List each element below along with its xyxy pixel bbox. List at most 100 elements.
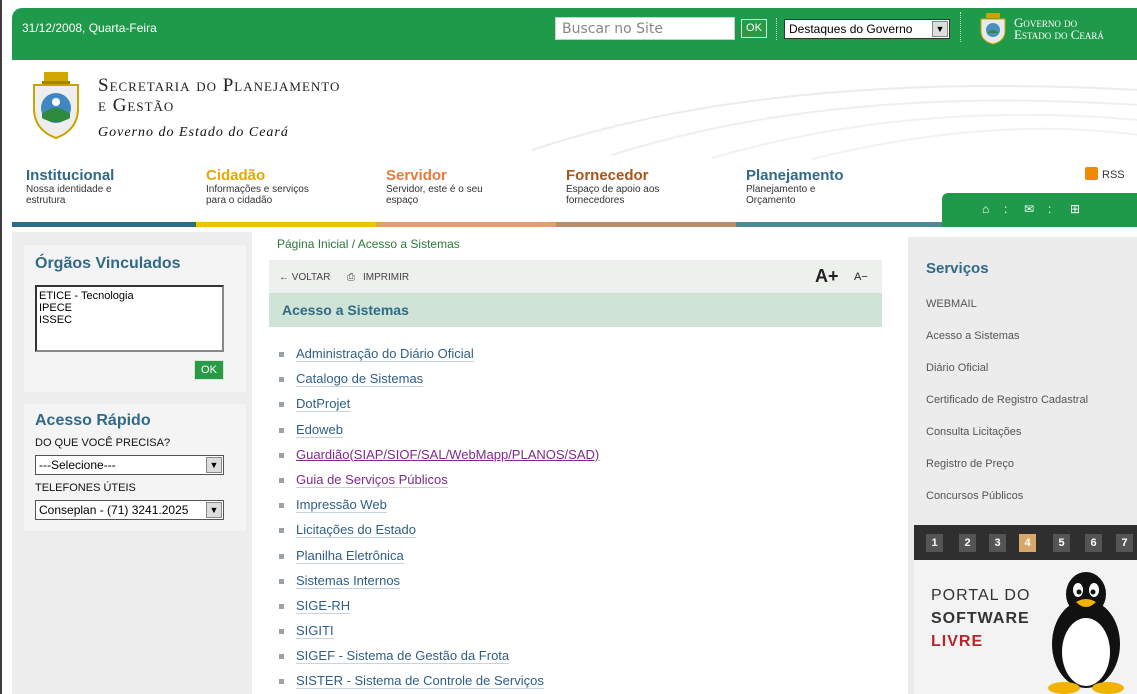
nav-servidor[interactable]: Servidor Servidor, este é o seu espaço [386,167,483,206]
servico-link[interactable]: Concursos Públicos [926,490,1023,502]
list-item[interactable]: SISTER - Sistema de Controle de Serviços [279,673,599,694]
systems-list: Administração do Diário Oficial Catalogo… [279,346,599,694]
orgaos-ok-button[interactable]: OK [194,360,224,380]
pager-button[interactable]: 3 [989,534,1006,552]
system-link[interactable]: Guia de Serviços Públicos [296,471,448,488]
orgaos-vinculados-box: Órgãos Vinculados ETICE - Tecnologia IPE… [24,245,246,392]
pager-button[interactable]: 2 [959,534,976,552]
nav-desc: espaço [386,195,419,206]
list-item[interactable]: Sistemas Internos [279,572,599,598]
system-link[interactable]: Licitações do Estado [296,522,416,539]
nav-fornecedor[interactable]: Fornecedor Espaço de apoio aos fornecedo… [566,167,659,206]
nav-desc: Espaço de apoio aos [566,184,660,195]
gov-highlights-select[interactable]: Destaques do Governo ▼ [784,19,950,39]
page-title: Secretaria do Planejamento e Gestão [98,76,340,116]
software-livre-banner[interactable]: PORTAL DO SOFTWARE LIVRE [914,560,1137,694]
gov-logo-line2: Estado do Ceará [1014,27,1104,42]
title-line-2: e Gestão [98,95,175,116]
nav-underline [196,222,376,227]
chevron-down-icon[interactable]: ▼ [932,21,948,37]
system-link[interactable]: Guardião(SIAP/SIOF/SAL/WebMapp/PLANOS/SA… [296,447,599,462]
content-toolbar: ← VOLTAR ⎙ IMPRIMIR A+ A− [269,260,882,293]
pager-button[interactable]: 1 [926,534,943,552]
gov-select-value: Destaques do Governo [789,22,913,36]
chevron-down-icon[interactable]: ▼ [206,457,222,473]
gov-logo-text[interactable]: Governo do Estado do Ceará [1014,16,1104,42]
nav-institucional[interactable]: Institucional Nossa identidade e estrutu… [26,167,114,206]
font-decrease-button[interactable]: A− [854,271,868,283]
secretaria-seal-icon[interactable] [32,72,80,140]
servico-link[interactable]: WEBMAIL [926,298,977,310]
back-button[interactable]: ← VOLTAR [279,272,330,283]
system-link[interactable]: Impressão Web [296,497,387,514]
rss-link[interactable]: RSS [1085,167,1125,181]
pager-button[interactable]: 6 [1085,534,1102,552]
system-link[interactable]: SISTER - Sistema de Controle de Serviços [296,673,544,690]
title-line-1: Secretaria do Planejamento [98,75,341,96]
search-ok-button[interactable]: OK [741,19,767,38]
banner-line: PORTAL DO [931,587,1031,604]
phones-label: TELEFONES ÚTEIS [35,482,136,494]
print-button[interactable]: IMPRIMIR [363,272,409,283]
list-item[interactable]: Impressão Web [279,497,599,522]
banner-line: SOFTWARE [931,610,1030,627]
pager-button[interactable]: 5 [1053,534,1070,552]
nav-title: Fornecedor [566,167,649,184]
list-item[interactable]: SIGE-RH [279,597,599,623]
list-item[interactable]: IPECE [39,302,220,314]
page-subtitle: Governo do Estado do Ceará [98,125,289,140]
chevron-down-icon[interactable]: ▼ [206,502,222,518]
system-link[interactable]: Edoweb [296,421,343,438]
phones-select[interactable]: Conseplan - (71) 3241.2025 ▼ [35,500,224,520]
nav-desc: Planejamento e [746,184,816,195]
system-link[interactable]: Sistemas Internos [296,572,401,589]
printer-icon[interactable]: ⎙ [347,272,355,283]
nav-title: Institucional [26,167,115,184]
servico-link[interactable]: Consulta Licitações [926,426,1021,438]
system-link[interactable]: DotProjet [296,396,351,413]
list-item[interactable]: Guardião(SIAP/SIOF/SAL/WebMapp/PLANOS/SA… [279,447,599,472]
need-select[interactable]: ---Selecione--- ▼ [35,455,224,475]
pager-button-active[interactable]: 4 [1019,534,1036,552]
breadcrumb[interactable]: Página Inicial / Acesso a Sistemas [277,237,460,251]
servico-link[interactable]: Certificado de Registro Cadastral [926,394,1088,406]
servico-link[interactable]: Registro de Preço [926,458,1014,470]
page: 31/12/2008, Quarta-Feira Buscar no Site … [0,0,1137,694]
list-item[interactable]: DotProjet [279,396,599,421]
list-item[interactable]: ISSEC [39,314,220,326]
nav-desc: fornecedores [566,195,625,206]
nav-planejamento[interactable]: Planejamento Planejamento e Orçamento [746,167,844,206]
list-item[interactable]: SIGEF - Sistema de Gestão da Frota [279,648,599,673]
tux-penguin-icon [1048,572,1124,694]
nav-underline [376,222,556,227]
system-link[interactable]: SIGEF - Sistema de Gestão da Frota [296,648,510,665]
list-item[interactable]: SIGITI [279,623,599,648]
search-input[interactable]: Buscar no Site [555,17,735,40]
nav-cidadao[interactable]: Cidadão Informações e serviços para o ci… [206,167,309,206]
list-item[interactable]: Edoweb [279,421,599,447]
nav-desc: Servidor, este é o seu [386,184,483,195]
pager-button[interactable]: 7 [1116,534,1133,552]
orgaos-listbox[interactable]: ETICE - Tecnologia IPECE ISSEC [35,285,224,352]
mail-icon[interactable]: ✉ [1024,202,1034,216]
servico-link[interactable]: Acesso a Sistemas [926,330,1020,342]
banner-pager: 1 2 3 4 5 6 7 [914,525,1137,560]
list-item[interactable]: Catalogo de Sistemas [279,371,599,396]
nav-desc: Nossa identidade e [26,184,112,195]
servico-link[interactable]: Diário Oficial [926,362,988,374]
list-item[interactable]: ETICE - Tecnologia [39,290,220,302]
list-item[interactable]: Guia de Serviços Públicos [279,471,599,497]
font-increase-button[interactable]: A+ [815,266,839,287]
sitemap-icon[interactable]: ⊞ [1070,202,1080,216]
list-item[interactable]: Administração do Diário Oficial [279,346,599,371]
rss-icon [1085,167,1098,180]
list-item[interactable]: Planilha Eletrônica [279,547,599,573]
home-icon[interactable]: ⌂ [982,202,989,216]
system-link[interactable]: Administração do Diário Oficial [296,346,474,362]
system-link[interactable]: Planilha Eletrônica [296,547,404,564]
nav-title: Cidadão [206,167,266,184]
list-item[interactable]: Licitações do Estado [279,522,599,547]
system-link[interactable]: SIGITI [296,623,334,640]
system-link[interactable]: Catalogo de Sistemas [296,371,424,388]
system-link[interactable]: SIGE-RH [296,597,351,614]
